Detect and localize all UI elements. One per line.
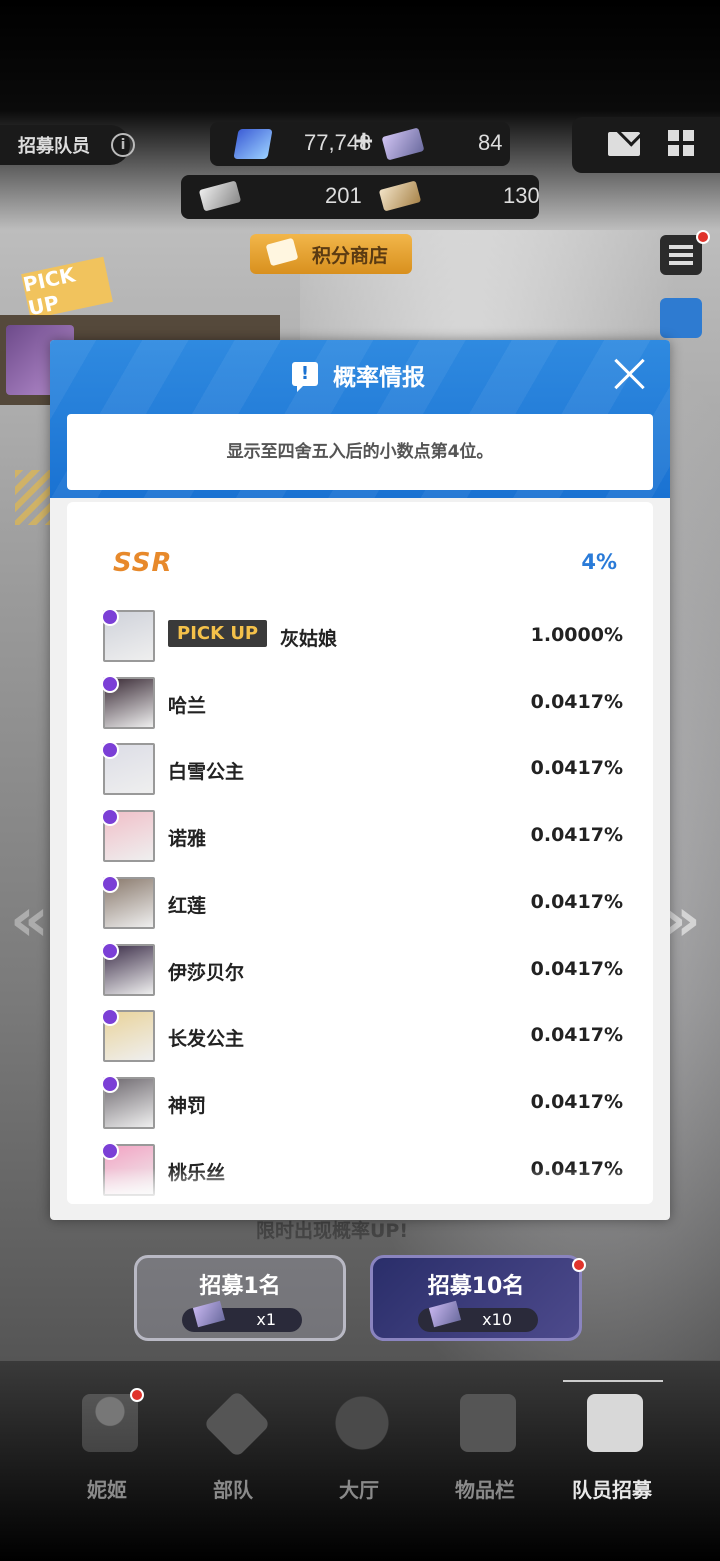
rate-row: 哈兰 0.0417% <box>101 674 623 729</box>
list-menu-button[interactable] <box>660 235 702 275</box>
character-name: 哈兰 <box>168 694 207 717</box>
inventory-icon <box>460 1394 516 1452</box>
rate-row: PICK UP 灰姑娘 1.0000% <box>101 608 623 662</box>
character-rate: 0.0417% <box>530 1090 623 1113</box>
info-icon[interactable]: i <box>111 133 135 157</box>
rarity-badge-icon <box>101 741 119 760</box>
nav-item-inventory[interactable]: 物品栏 <box>425 1372 545 1512</box>
nav-label: 部队 <box>213 1478 253 1502</box>
rarity-badge-icon <box>101 874 119 893</box>
rate-row: 长发公主 0.0417% <box>101 1008 623 1063</box>
nikke-icon <box>82 1394 138 1452</box>
nav-item-lobby[interactable]: 大厅 <box>299 1372 419 1512</box>
gold-ticket-icon <box>378 180 422 212</box>
list-line <box>669 261 693 265</box>
recruit-icon <box>587 1394 643 1452</box>
list-line <box>669 245 693 249</box>
nav-item-nikke[interactable]: 妮姬 <box>47 1372 167 1512</box>
share-icon[interactable] <box>660 298 702 338</box>
rate-row: 神罚 0.0417% <box>101 1074 623 1129</box>
character-rate: 1.0000% <box>530 624 623 646</box>
recruit-one-button[interactable]: 招募1名 x1 <box>134 1255 346 1341</box>
menu-grid-icon[interactable] <box>668 130 694 156</box>
character-avatar <box>101 1074 155 1129</box>
mail-icon[interactable] <box>608 132 640 156</box>
nav-label: 物品栏 <box>455 1478 515 1502</box>
character-name: 神罚 <box>168 1094 207 1117</box>
recruit-one-label: 招募1名 <box>199 1274 281 1299</box>
rate-row: 伊莎贝尔 0.0417% <box>101 941 623 996</box>
character-avatar <box>101 941 155 996</box>
rate-row: 诺雅 0.0417% <box>101 808 623 863</box>
character-name: 白雪公主 <box>168 761 245 784</box>
recruit-card-icon <box>381 127 425 161</box>
nav-label: 大厅 <box>339 1478 379 1502</box>
rarity-badge-icon <box>101 941 119 960</box>
notification-dot <box>572 1258 586 1272</box>
character-rate: 0.0417% <box>530 1024 623 1047</box>
rarity-badge-icon <box>101 608 119 626</box>
ssr-tier-rate: 4% <box>581 550 617 574</box>
rate-row: 红莲 0.0417% <box>101 874 623 929</box>
character-avatar <box>101 741 155 796</box>
character-avatar <box>101 608 155 662</box>
rate-row: 白雪公主 0.0417% <box>101 741 623 796</box>
point-shop-button[interactable]: 积分商店 <box>250 234 412 274</box>
character-rate: 0.0417% <box>530 957 623 980</box>
character-rate: 0.0417% <box>530 757 623 780</box>
character-name: 长发公主 <box>168 1028 245 1051</box>
character-name: 伊莎贝尔 <box>168 961 245 984</box>
rarity-badge-icon <box>101 674 119 693</box>
rarity-badge-icon <box>101 1008 119 1027</box>
currency-bar-bottom: 201 130 <box>181 175 540 219</box>
character-rate: 0.0417% <box>530 890 623 913</box>
point-shop-label: 积分商店 <box>311 244 388 267</box>
pickup-badge: PICK UP <box>168 620 268 647</box>
recruit-ten-button[interactable]: 招募10名 x10 <box>370 1255 582 1341</box>
ssr-tier-label: SSR <box>113 548 173 578</box>
character-avatar <box>101 808 155 863</box>
close-icon[interactable] <box>610 354 648 392</box>
notification-dot <box>130 1388 144 1402</box>
banner-pickup-text: PICK UP <box>20 262 78 321</box>
recruit-ten-label: 招募10名 <box>427 1274 525 1299</box>
character-avatar <box>101 1008 155 1063</box>
modal-title: 概率情报 <box>333 365 425 391</box>
top-right-panel <box>572 117 720 173</box>
ticket-icon <box>198 180 242 212</box>
nav-label: 妮姬 <box>87 1478 127 1502</box>
probability-modal: ! 概率情报 显示至四舍五入后的小数点第4位。 SSR 4% PICK UP 灰姑… <box>50 340 670 1220</box>
rarity-badge-icon <box>101 1074 119 1093</box>
rate-list[interactable]: SSR 4% PICK UP 灰姑娘 1.0000% 哈兰 0.0417% 白雪公主 0.0… <box>67 502 653 1204</box>
character-rate: 0.0417% <box>530 824 623 847</box>
list-line <box>669 253 693 257</box>
gem-icon <box>233 129 273 159</box>
page-title-text: 招募队员 <box>18 136 90 157</box>
character-rate: 0.0417% <box>530 690 623 713</box>
character-avatar <box>101 874 155 929</box>
nav-label: 队员招募 <box>572 1478 652 1502</box>
add-gems-button[interactable]: + <box>353 126 375 156</box>
rarity-badge-icon <box>101 808 119 827</box>
shop-ticket-icon <box>265 237 299 267</box>
limited-rate-up-text: 限时出现概率UP! <box>256 1220 409 1242</box>
lobby-icon <box>334 1394 390 1452</box>
nav-item-recruit[interactable]: 队员招募 <box>552 1372 672 1512</box>
squad-icon <box>203 1390 271 1458</box>
gold-ticket-count: 130 <box>503 183 540 208</box>
banner-pickup-tag: PICK UP <box>20 256 113 321</box>
character-avatar <box>101 674 155 729</box>
scroll-fade <box>67 1168 653 1204</box>
character-name: 诺雅 <box>168 828 207 851</box>
nav-item-squad[interactable]: 部队 <box>173 1372 293 1512</box>
character-name: 灰姑娘 <box>280 628 338 650</box>
currency-bar-top: 77,748 + 84 <box>210 122 510 166</box>
chevron-left-icon[interactable]: « <box>10 885 49 955</box>
character-name: 红莲 <box>168 894 207 917</box>
rounding-note: 显示至四舍五入后的小数点第4位。 <box>67 414 653 490</box>
ticket-count: 201 <box>325 183 362 208</box>
card-count: 84 <box>478 130 503 155</box>
notification-dot <box>696 230 710 244</box>
rarity-badge-icon <box>101 1141 119 1160</box>
